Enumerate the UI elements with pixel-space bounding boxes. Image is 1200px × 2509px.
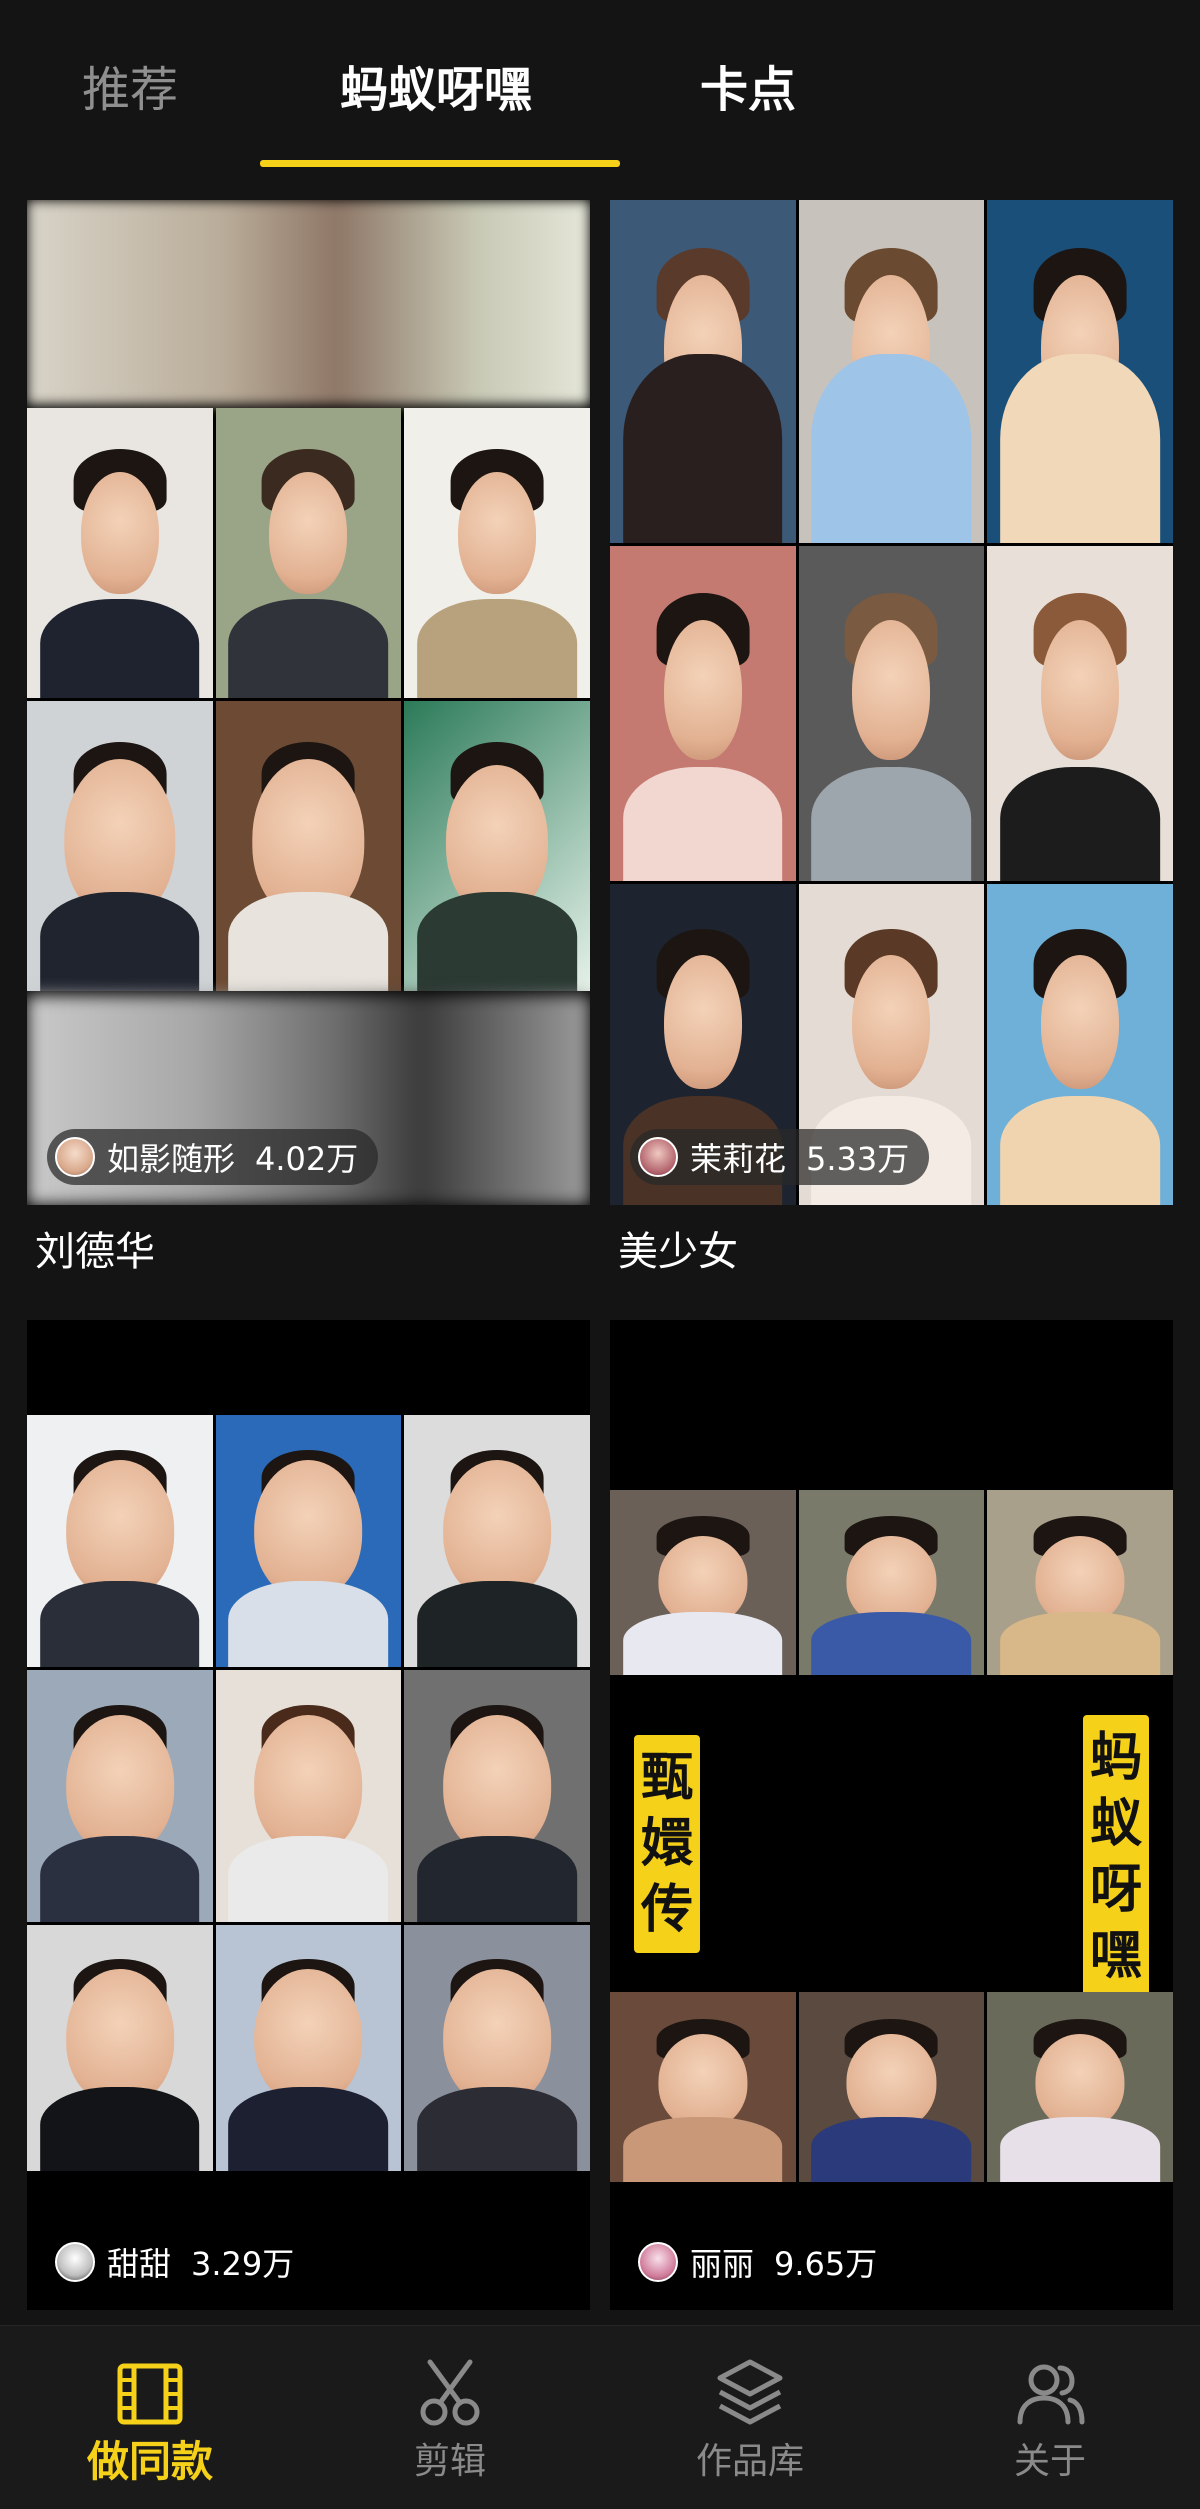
blurred-photo-top — [27, 200, 590, 405]
photo-tile — [27, 1415, 213, 1667]
celebrity-photo-grid — [610, 200, 1173, 1205]
photo-tile — [610, 546, 796, 881]
usage-count: 9.65万 — [774, 2245, 878, 2283]
nav-label: 作品库 — [695, 2441, 804, 2482]
photo-tile — [610, 1490, 796, 1675]
photo-tile — [404, 1415, 590, 1667]
drama-name-tag: 甄嬛传 — [634, 1735, 700, 1953]
photo-tile — [27, 701, 213, 991]
photo-tile — [215, 1670, 402, 1922]
photo-tile — [404, 701, 590, 991]
author-avatar — [638, 2242, 678, 2282]
layers-icon — [717, 2359, 783, 2425]
drama-photo-strip-top — [610, 1490, 1173, 1675]
author-badge: 甜甜 3.29万 — [47, 2234, 314, 2290]
scissors-icon — [420, 2359, 480, 2426]
photo-tile — [404, 408, 590, 698]
nav-label: 剪辑 — [413, 2441, 486, 2482]
author-name: 甜甜 — [107, 2245, 172, 2283]
photo-tile — [215, 701, 402, 991]
author-name: 茉莉花 — [690, 1140, 787, 1178]
usage-count: 3.29万 — [191, 2245, 295, 2283]
photo-tile — [798, 1992, 985, 2182]
active-tab-indicator — [260, 160, 620, 167]
photo-tile — [404, 1925, 590, 2171]
author-avatar — [55, 1137, 95, 1177]
author-avatar — [638, 1137, 678, 1177]
photo-tile — [798, 200, 985, 543]
celebrity-photo-grid — [27, 1415, 590, 2171]
bottom-navigation: 做同款 剪辑 作品库 关于 — [0, 2325, 1200, 2509]
photo-tile — [215, 1925, 402, 2171]
nav-edit[interactable]: 剪辑 — [350, 2354, 550, 2484]
film-icon — [117, 2363, 183, 2425]
photo-tile — [215, 408, 402, 698]
celebrity-photo-grid — [27, 408, 590, 991]
song-name-tag: 蚂蚁呀嘿 — [1083, 1715, 1149, 1999]
photo-tile — [404, 1670, 590, 1922]
template-card[interactable]: 甜甜 3.29万 — [27, 1320, 590, 2310]
nav-label: 关于 — [1013, 2441, 1086, 2482]
drama-photo-strip-bottom — [610, 1992, 1173, 2182]
template-title: 刘德华 — [35, 1229, 155, 1275]
photo-tile — [987, 1490, 1173, 1675]
nav-about[interactable]: 关于 — [950, 2354, 1150, 2484]
author-name: 如影随形 — [107, 1140, 236, 1178]
tab-kadian[interactable]: 卡点 — [700, 55, 796, 125]
tab-recommend[interactable]: 推荐 — [82, 55, 178, 125]
photo-tile — [215, 1415, 402, 1667]
photo-tile — [798, 1490, 985, 1675]
template-card[interactable]: 甄嬛传 蚂蚁呀嘿 丽丽 9.65万 — [610, 1320, 1173, 2310]
template-thumbnail: 如影随形 4.02万 — [27, 200, 590, 1205]
author-name: 丽丽 — [690, 2245, 755, 2283]
author-avatar — [55, 2242, 95, 2282]
photo-tile — [610, 200, 796, 543]
nav-label: 做同款 — [86, 2437, 213, 2486]
template-thumbnail: 甄嬛传 蚂蚁呀嘿 丽丽 9.65万 — [610, 1320, 1173, 2310]
photo-tile — [987, 884, 1173, 1205]
template-title: 美少女 — [618, 1229, 738, 1275]
photo-tile — [27, 408, 213, 698]
template-thumbnail: 甜甜 3.29万 — [27, 1320, 590, 2310]
users-icon — [1017, 2364, 1085, 2425]
photo-tile — [610, 1992, 796, 2182]
author-badge: 茉莉花 5.33万 — [630, 1129, 930, 1185]
photo-tile — [987, 200, 1173, 543]
nav-make-same[interactable]: 做同款 — [50, 2354, 250, 2484]
photo-tile — [987, 546, 1173, 881]
usage-count: 5.33万 — [806, 1140, 910, 1178]
author-badge: 丽丽 9.65万 — [630, 2234, 897, 2290]
tab-mayi-yahei[interactable]: 蚂蚁呀嘿 — [340, 55, 532, 125]
template-card[interactable]: 茉莉花 5.33万 美少女 — [610, 200, 1173, 1281]
nav-works-library[interactable]: 作品库 — [650, 2354, 850, 2484]
photo-tile — [27, 1925, 213, 2171]
author-badge: 如影随形 4.02万 — [47, 1129, 379, 1185]
photo-tile — [798, 546, 985, 881]
template-thumbnail: 茉莉花 5.33万 — [610, 200, 1173, 1205]
photo-tile — [27, 1670, 213, 1922]
usage-count: 4.02万 — [255, 1140, 359, 1178]
photo-tile — [987, 1992, 1173, 2182]
template-card[interactable]: 如影随形 4.02万 刘德华 — [27, 200, 590, 1281]
top-tab-bar: 推荐 蚂蚁呀嘿 卡点 — [0, 0, 1200, 180]
